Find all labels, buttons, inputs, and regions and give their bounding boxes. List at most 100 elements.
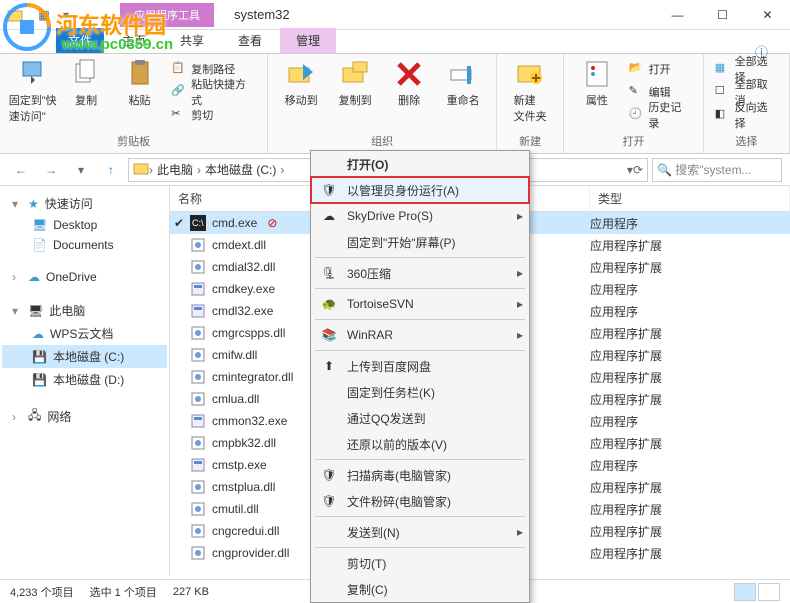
file-name: cmdial32.dll: [212, 260, 275, 274]
file-name: cngprovider.dll: [212, 546, 289, 560]
file-icon: [190, 391, 206, 407]
file-icon: [190, 457, 206, 473]
menu-item[interactable]: 通过QQ发送到: [311, 405, 529, 431]
forward-button[interactable]: →: [38, 157, 64, 183]
file-type: 应用程序: [590, 457, 790, 474]
submenu-arrow: ▸: [517, 525, 523, 539]
menu-label: 复制(C): [347, 581, 388, 598]
menu-label: 固定到任务栏(K): [347, 384, 435, 401]
file-name: cmgrcspps.dll: [212, 326, 285, 340]
file-name: cmutil.dll: [212, 502, 259, 516]
sidebar-thispc[interactable]: ▾🖥此电脑: [2, 299, 167, 322]
file-name: cmd.exe: [212, 216, 257, 230]
menu-item[interactable]: ⬆上传到百度网盘: [311, 353, 529, 379]
new-folder-button[interactable]: 新建 文件夹: [505, 58, 555, 124]
menu-icon: 🛡: [319, 494, 339, 508]
stop-icon: ⊘: [267, 216, 277, 230]
menu-icon: 🛡: [319, 183, 339, 197]
close-button[interactable]: ✕: [745, 1, 790, 29]
sidebar-desktop[interactable]: 🖥Desktop: [2, 215, 167, 235]
menu-item[interactable]: ☁ SkyDrive Pro(S) ▸: [311, 203, 529, 229]
watermark-logo: [0, 0, 54, 57]
file-name: cmstp.exe: [212, 458, 267, 472]
recent-button[interactable]: ▾: [68, 157, 94, 183]
cut-button[interactable]: ✂剪切: [168, 104, 259, 126]
menu-item[interactable]: 固定到"开始"屏幕(P): [311, 229, 529, 255]
file-type: 应用程序: [590, 413, 790, 430]
file-name: cmlua.dll: [212, 392, 259, 406]
menu-label: 打开(O): [347, 156, 388, 173]
maximize-button[interactable]: ☐: [700, 1, 745, 29]
file-name: cmmon32.exe: [212, 414, 287, 428]
submenu-arrow: ▸: [517, 209, 523, 223]
file-icon: [190, 259, 206, 275]
menu-item[interactable]: 固定到任务栏(K): [311, 379, 529, 405]
menu-item[interactable]: 剪切(T): [311, 550, 529, 576]
menu-icon: ☁: [319, 209, 339, 223]
file-name: cmintegrator.dll: [212, 370, 293, 384]
menu-label: 剪切(T): [347, 555, 386, 572]
sidebar-drive-d[interactable]: 💾本地磁盘 (D:): [2, 368, 167, 391]
paste-shortcut-button[interactable]: 🔗粘贴快捷方式: [168, 81, 259, 103]
minimize-button[interactable]: —: [655, 1, 700, 29]
sidebar-network[interactable]: ›🖧网络: [2, 403, 167, 430]
menu-item[interactable]: 复制(C): [311, 576, 529, 602]
manage-tab[interactable]: 管理: [280, 28, 336, 53]
file-type: 应用程序扩展: [590, 237, 790, 254]
sidebar-wps[interactable]: ☁WPS云文档: [2, 322, 167, 345]
file-icon: [190, 347, 206, 363]
search-input[interactable]: 🔍 搜索"system...: [652, 158, 782, 182]
sidebar-quick-access[interactable]: ▾★快速访问: [2, 192, 167, 215]
menu-item[interactable]: 📚WinRAR▸: [311, 322, 529, 348]
file-icon: [190, 325, 206, 341]
navigation-pane: ▾★快速访问 🖥Desktop 📄Documents ›☁OneDrive ▾🖥…: [0, 186, 170, 576]
invert-select-button[interactable]: ◧反向选择: [712, 104, 781, 126]
menu-item[interactable]: 还原以前的版本(V): [311, 431, 529, 457]
menu-item[interactable]: 🗜360压缩▸: [311, 260, 529, 286]
menu-label: 通过QQ发送到: [347, 410, 426, 427]
sidebar-onedrive[interactable]: ›☁OneDrive: [2, 267, 167, 287]
file-type: 应用程序扩展: [590, 391, 790, 408]
copy-to-button[interactable]: 复制到: [330, 58, 380, 108]
view-large-button[interactable]: [758, 583, 780, 601]
copy-button[interactable]: 复制: [61, 58, 110, 108]
col-type[interactable]: 类型: [590, 186, 790, 211]
view-tab[interactable]: 查看: [222, 28, 278, 53]
svg-text:C:\: C:\: [192, 218, 204, 228]
menu-icon: 🛡: [319, 468, 339, 482]
menu-icon: 🐢: [319, 297, 339, 311]
paste-button[interactable]: 粘贴: [115, 58, 164, 108]
menu-item[interactable]: 🛡以管理员身份运行(A): [311, 177, 529, 203]
file-type: 应用程序扩展: [590, 435, 790, 452]
menu-icon: ⬆: [319, 359, 339, 373]
history-button[interactable]: 🕘历史记录: [626, 104, 695, 126]
rename-button[interactable]: 重命名: [438, 58, 488, 108]
open-button[interactable]: 📂打开: [626, 58, 695, 80]
file-type: 应用程序: [590, 215, 790, 232]
menu-item[interactable]: 🐢TortoiseSVN▸: [311, 291, 529, 317]
back-button[interactable]: ←: [8, 157, 34, 183]
submenu-arrow: ▸: [517, 328, 523, 342]
move-to-button[interactable]: 移动到: [276, 58, 326, 108]
refresh-icon[interactable]: ⟳: [633, 163, 643, 177]
properties-button[interactable]: 属性: [572, 58, 621, 108]
help-icon[interactable]: ⓘ: [747, 38, 776, 65]
file-type: 应用程序: [590, 281, 790, 298]
up-button[interactable]: ↑: [98, 157, 124, 183]
sidebar-documents[interactable]: 📄Documents: [2, 235, 167, 255]
menu-item[interactable]: 发送到(N)▸: [311, 519, 529, 545]
view-details-button[interactable]: [734, 583, 756, 601]
file-icon: [190, 479, 206, 495]
watermark-url: www.pc0359.cn: [62, 36, 173, 53]
file-type: 应用程序扩展: [590, 501, 790, 518]
menu-item[interactable]: 🛡扫描病毒(电脑管家): [311, 462, 529, 488]
file-icon: [190, 501, 206, 517]
menu-item[interactable]: 🛡文件粉碎(电脑管家): [311, 488, 529, 514]
menu-item[interactable]: 打开(O): [311, 151, 529, 177]
sidebar-drive-c[interactable]: 💾本地磁盘 (C:): [2, 345, 167, 368]
delete-button[interactable]: 删除: [384, 58, 434, 108]
context-menu: 打开(O) 🛡以管理员身份运行(A) ☁ SkyDrive Pro(S) ▸ 固定到"开始…: [310, 150, 530, 603]
file-name: cmdl32.exe: [212, 304, 273, 318]
pin-button[interactable]: 固定到"快 速访问": [8, 58, 57, 124]
menu-label: SkyDrive Pro(S): [347, 209, 433, 223]
